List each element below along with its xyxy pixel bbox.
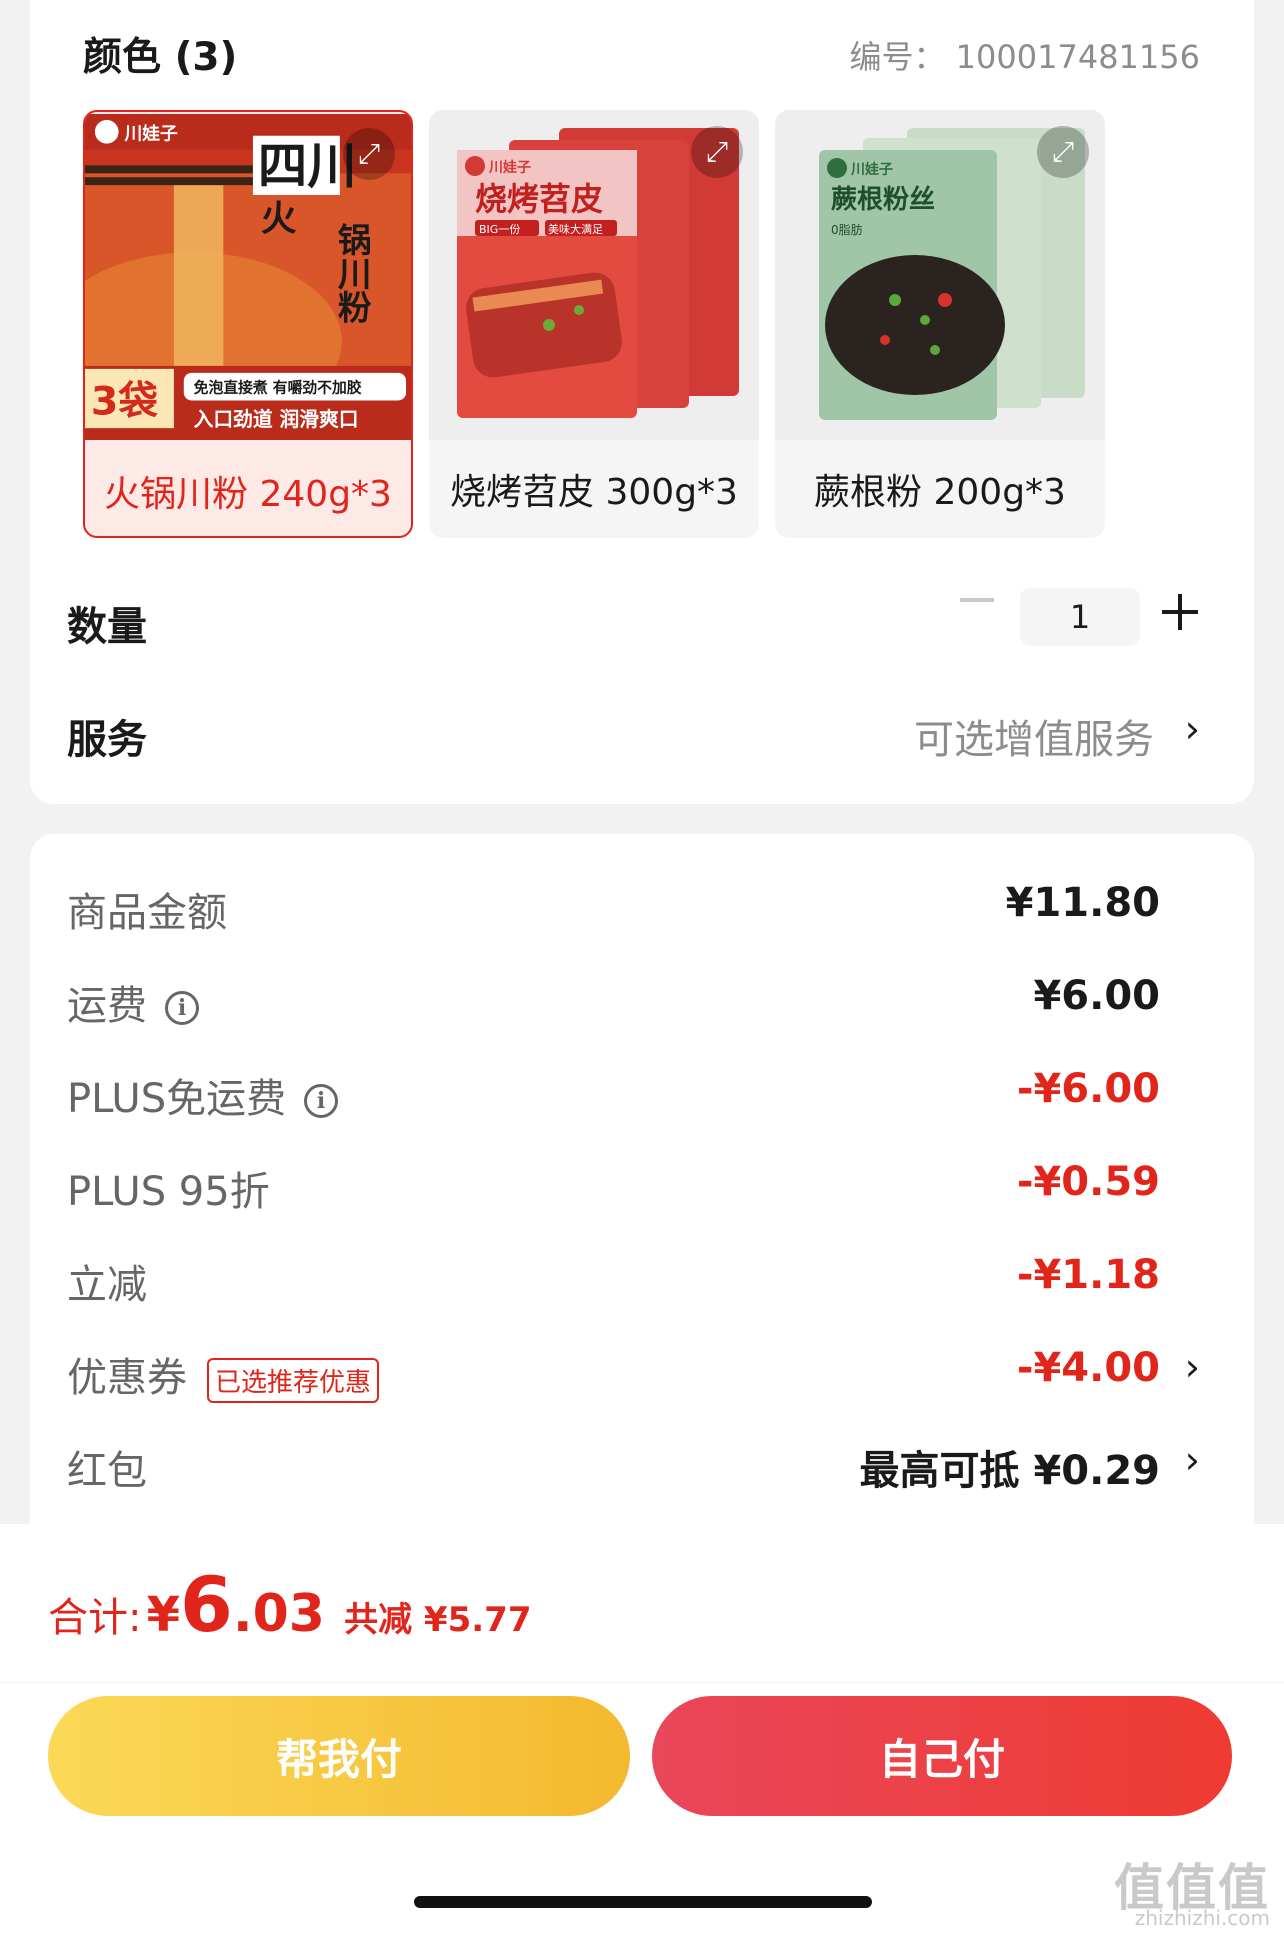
fee-label-instant-discount: 立减 xyxy=(67,1262,147,1308)
total-integer: 6 xyxy=(179,1560,233,1649)
variant-option-grilled-sweet-potato[interactable]: 川娃子 烧烤苕皮 BIG一份 美味大满足 ⤢ 烧烤苕皮 300g*3 xyxy=(429,110,759,538)
divider xyxy=(0,1682,1284,1683)
variant-option-fern-root-noodles[interactable]: 川娃子 蕨根粉丝 0脂肪 ⤢ 蕨根粉 200g*3 xyxy=(775,110,1105,538)
fee-label-coupon[interactable]: 优惠券 已选推荐优惠 xyxy=(67,1345,380,1403)
quantity-increment-button[interactable] xyxy=(1162,594,1198,630)
svg-text:免泡直接煮 有嚼劲不加胶: 免泡直接煮 有嚼劲不加胶 xyxy=(194,379,362,397)
watermark-url: zhizhizhi.com xyxy=(1134,1906,1270,1930)
variant-option-hotpot-noodles[interactable]: 川娃子 四川 火 锅川粉 3袋 免泡直接煮 有嚼劲不加胶 入口劲道 润滑爽口 ⤢… xyxy=(83,110,413,538)
svg-text:火: 火 xyxy=(261,199,297,240)
product-code: 编号： 100017481156 xyxy=(849,38,1201,76)
fee-value-red-packet[interactable]: 最高可抵 ¥0.29 xyxy=(860,1438,1160,1496)
chevron-right-icon[interactable]: › xyxy=(1185,1438,1200,1482)
expand-icon[interactable]: ⤢ xyxy=(1037,126,1089,178)
order-total: 合计: ¥6.03 共减 ¥5.77 xyxy=(48,1560,531,1649)
svg-text:美味大满足: 美味大满足 xyxy=(548,222,603,236)
quantity-label: 数量 xyxy=(67,604,147,650)
fee-value-instant-discount: -¥1.18 xyxy=(1016,1252,1160,1298)
svg-text:0脂肪: 0脂肪 xyxy=(831,222,863,237)
info-icon[interactable]: i xyxy=(304,1084,339,1118)
quantity-decrement-button[interactable] xyxy=(960,598,994,602)
chevron-right-icon[interactable]: › xyxy=(1185,1345,1200,1389)
total-currency: ¥ xyxy=(146,1587,180,1643)
service-value[interactable]: 可选增值服务 xyxy=(914,707,1154,765)
fee-label-subtotal: 商品金额 xyxy=(67,890,227,936)
fee-value-shipping: ¥6.00 xyxy=(1033,973,1160,1019)
total-decimal: .03 xyxy=(232,1584,325,1644)
svg-text:川娃子: 川娃子 xyxy=(124,123,179,145)
fee-label-red-packet: 红包 xyxy=(67,1448,147,1494)
variant-label: 烧烤苕皮 300g*3 xyxy=(450,472,738,513)
total-label: 合计: xyxy=(48,1595,142,1641)
total-saved: 共减 ¥5.77 xyxy=(344,1600,532,1640)
svg-text:入口劲道 润滑爽口: 入口劲道 润滑爽口 xyxy=(194,408,359,431)
svg-text:BIG一份: BIG一份 xyxy=(479,223,520,236)
quantity-input[interactable]: 1 xyxy=(1020,588,1140,646)
fee-value-subtotal: ¥11.80 xyxy=(1005,880,1160,926)
fee-label-plus-free-shipping: PLUS免运费 i xyxy=(67,1066,339,1124)
fee-value-coupon[interactable]: -¥4.00 xyxy=(1017,1345,1160,1391)
fee-value-plus-discount: -¥0.59 xyxy=(1016,1159,1160,1205)
svg-text:蕨根粉丝: 蕨根粉丝 xyxy=(831,185,935,215)
pay-myself-button[interactable]: 自己付 xyxy=(652,1696,1232,1816)
help-me-pay-button[interactable]: 帮我付 xyxy=(48,1696,630,1816)
svg-text:川娃子: 川娃子 xyxy=(850,161,893,178)
home-indicator[interactable] xyxy=(414,1896,872,1908)
expand-icon[interactable]: ⤢ xyxy=(691,126,743,178)
variant-label: 蕨根粉 200g*3 xyxy=(814,472,1066,513)
svg-text:烧烤苕皮: 烧烤苕皮 xyxy=(475,180,603,218)
svg-text:3袋: 3袋 xyxy=(91,378,158,424)
info-icon[interactable]: i xyxy=(165,991,199,1025)
svg-text:锅川粉: 锅川粉 xyxy=(332,222,371,324)
svg-text:川娃子: 川娃子 xyxy=(488,159,531,176)
fee-label-plus-discount: PLUS 95折 xyxy=(67,1169,270,1215)
chevron-right-icon[interactable]: › xyxy=(1185,707,1200,751)
coupon-status-badge: 已选推荐优惠 xyxy=(207,1357,380,1403)
fee-value-plus-free-shipping: -¥6.00 xyxy=(1016,1066,1160,1112)
service-label: 服务 xyxy=(67,717,147,763)
fee-label-shipping: 运费 i xyxy=(67,973,199,1031)
expand-icon[interactable]: ⤢ xyxy=(343,128,395,180)
svg-text:四川: 四川 xyxy=(258,137,357,195)
variant-section-title: 颜色 (3) xyxy=(83,35,238,80)
variant-label: 火锅川粉 240g*3 xyxy=(104,474,392,515)
